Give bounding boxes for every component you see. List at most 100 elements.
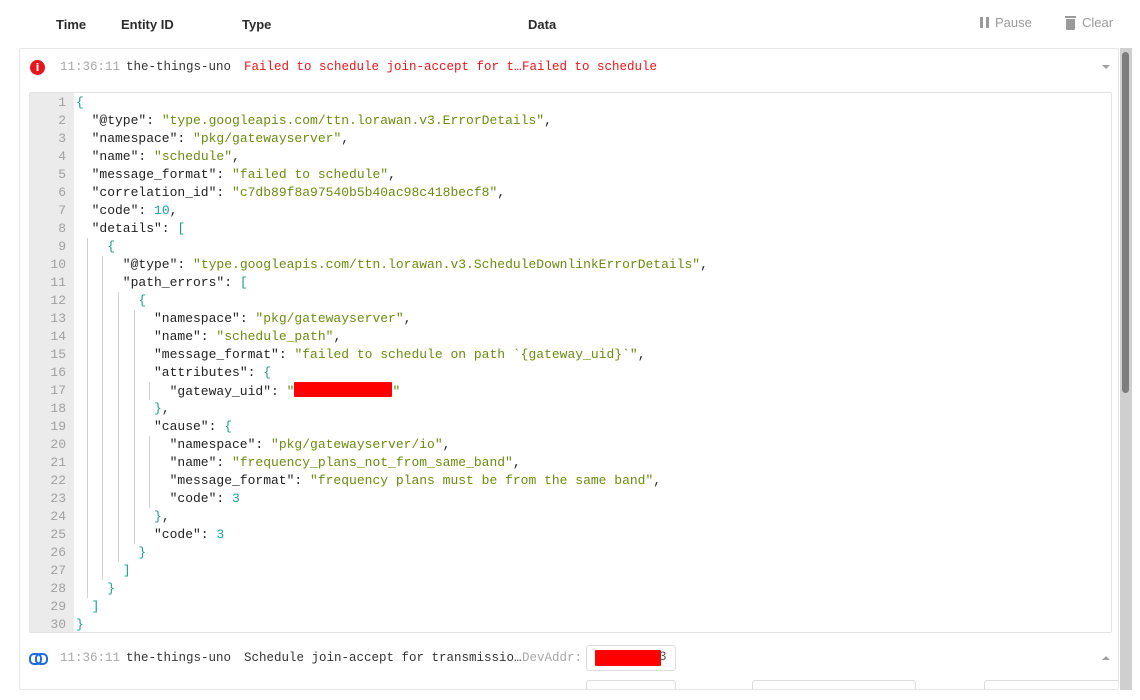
scrollbar[interactable] [1120, 48, 1132, 690]
code-line: 25 "code": 3 [30, 526, 1111, 544]
indent-guide [149, 436, 151, 454]
code-text: "code": 10, [91, 203, 178, 218]
indent-guide [102, 544, 104, 562]
line-number: 9 [58, 239, 66, 254]
indent-guide [86, 382, 88, 400]
line-number: 28 [50, 581, 66, 596]
line-number: 21 [50, 455, 66, 470]
code-text: "namespace": "pkg/gatewayserver", [154, 311, 412, 326]
line-number: 12 [50, 293, 66, 308]
indent-guide [86, 544, 88, 562]
trash-icon [1065, 15, 1076, 30]
code-text: "details": [ [91, 221, 186, 236]
event-row-error[interactable]: i 11:36:11 the-things-uno Failed to sche… [20, 49, 1118, 85]
code-line: 22 "message_format": "frequency plans mus… [30, 472, 1111, 490]
code-line: 12 { [30, 292, 1111, 310]
code-text: "name": "schedule_path", [154, 329, 342, 344]
line-number: 18 [50, 401, 66, 416]
code-line: 30} [30, 616, 1111, 632]
scrollbar-thumb[interactable] [1122, 52, 1129, 393]
code-text: "name": "frequency_plans_not_from_same_b… [169, 455, 521, 470]
code-line: 18}, [30, 400, 1111, 418]
data-field [984, 680, 1118, 689]
line-number: 20 [50, 437, 66, 452]
indent-guide [102, 454, 104, 472]
event-row-join-accept[interactable]: 11:36:11 the-things-uno Schedule join-ac… [20, 640, 1118, 676]
code-text: } [76, 617, 84, 632]
indent-guide [86, 274, 88, 292]
indent-guide [102, 562, 104, 580]
indent-guide [118, 364, 119, 382]
indent-guide [133, 364, 135, 382]
code-text: "cause": { [154, 419, 233, 434]
code-text: "@type": "type.googleapis.com/ttn.lorawa… [91, 113, 552, 128]
indent-guide [118, 454, 119, 472]
events-list: i 11:36:11 the-things-uno Failed to sche… [19, 48, 1119, 690]
event-data: Failed to schedule [522, 60, 658, 74]
indent-guide [86, 400, 88, 418]
event-time: 11:36:11 [60, 651, 121, 665]
code-text: "message_format": "failed to schedule", [91, 167, 396, 182]
collapse-chevron-icon[interactable] [1102, 65, 1110, 69]
line-number: 5 [58, 167, 66, 182]
indent-guide [133, 346, 135, 364]
column-header-time[interactable]: Time [56, 17, 86, 32]
indent-guide [102, 400, 104, 418]
event-type: Schedule join-accept for transmissio… [244, 651, 522, 665]
indent-guide [118, 346, 119, 364]
indent-guide [102, 436, 104, 454]
code-text: ] [122, 563, 131, 578]
pause-button[interactable]: Pause [980, 15, 1032, 30]
indent-guide [102, 472, 104, 490]
line-number: 19 [50, 419, 66, 434]
line-number: 8 [58, 221, 66, 236]
line-number: 29 [50, 599, 66, 614]
code-text: { [76, 95, 84, 110]
code-line: 20 "namespace": "pkg/gatewayserver/io", [30, 436, 1111, 454]
indent-guide [149, 454, 151, 472]
code-line: 16 "attributes": { [30, 364, 1111, 382]
line-number: 2 [58, 113, 66, 128]
column-header-data[interactable]: Data [528, 17, 556, 32]
pause-label: Pause [995, 15, 1032, 30]
indent-guide [86, 472, 88, 490]
pause-icon [980, 17, 989, 28]
indent-guide [102, 526, 104, 544]
column-header-entity-id[interactable]: Entity ID [121, 17, 174, 32]
code-line: 21 "name": "frequency_plans_not_from_same… [30, 454, 1111, 472]
indent-guide [118, 418, 119, 436]
indent-guide [133, 418, 135, 436]
line-number: 10 [50, 257, 66, 272]
indent-guide [102, 328, 104, 346]
indent-guide [86, 508, 88, 526]
indent-guide [149, 382, 151, 400]
indent-guide [118, 328, 119, 346]
code-line: 1{ [30, 94, 1111, 112]
code-line: 13 "namespace": "pkg/gatewayserver", [30, 310, 1111, 328]
devaddr-suffix: 3 [659, 650, 667, 664]
indent-guide [118, 526, 119, 544]
redacted-value [294, 382, 393, 397]
clear-button[interactable]: Clear [1065, 15, 1113, 30]
indent-guide [102, 382, 104, 400]
code-text: "namespace": "pkg/gatewayserver", [91, 131, 350, 146]
code-text: } [107, 581, 115, 596]
column-header-type[interactable]: Type [242, 17, 271, 32]
line-number: 7 [58, 203, 66, 218]
expand-chevron-icon[interactable] [1102, 656, 1110, 660]
indent-guide [86, 454, 88, 472]
code-text: }, [154, 401, 170, 416]
line-number: 25 [50, 527, 66, 542]
code-text: "message_format": "frequency plans must … [169, 473, 662, 488]
data-field [752, 680, 916, 689]
indent-guide [118, 544, 119, 562]
code-line: 10 "@type": "type.googleapis.com/ttn.lora… [30, 256, 1111, 274]
indent-guide [86, 490, 88, 508]
code-line: 3 "namespace": "pkg/gatewayserver", [30, 130, 1111, 148]
code-line: 4 "name": "schedule", [30, 148, 1111, 166]
json-code-viewer: 1{2 "@type": "type.googleapis.com/ttn.lor… [29, 92, 1112, 633]
line-number: 23 [50, 491, 66, 506]
code-text: }, [154, 509, 170, 524]
code-line: 5 "message_format": "failed to schedule", [30, 166, 1111, 184]
indent-guide [86, 562, 88, 580]
